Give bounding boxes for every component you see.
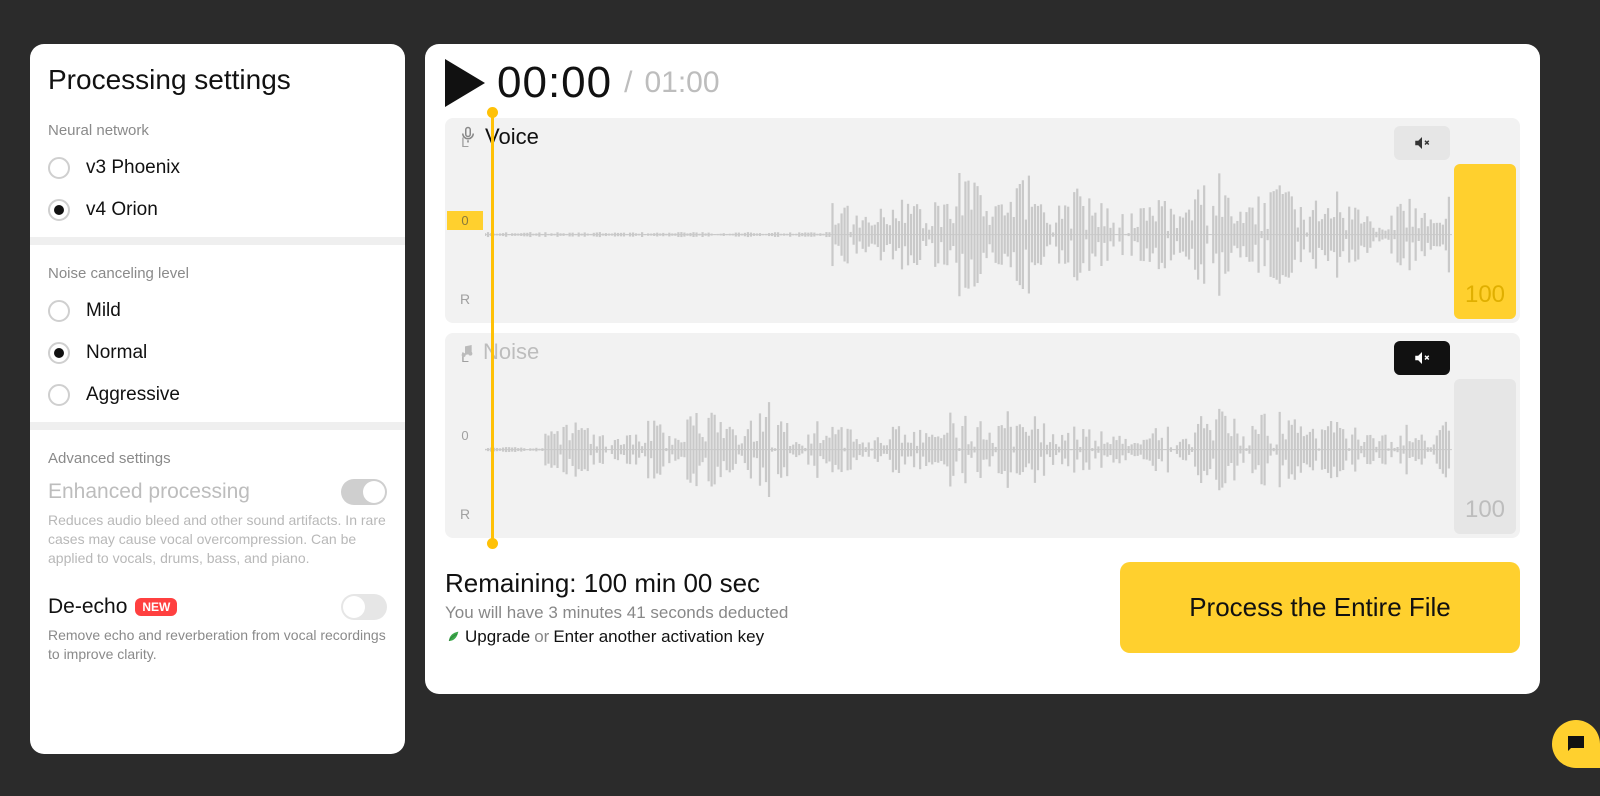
upgrade-link[interactable]: Upgrade — [465, 627, 530, 647]
radio-icon — [48, 157, 70, 179]
channel-right: R — [460, 506, 470, 522]
enhanced-processing-toggle[interactable] — [341, 479, 387, 505]
voice-volume-slider[interactable]: 100 — [1454, 164, 1516, 319]
noise-level-label: Noise canceling level — [30, 251, 405, 290]
channel-zero: 0 — [447, 426, 483, 445]
deecho-row: De-echo NEW Remove echo and reverberatio… — [30, 590, 405, 670]
mic-icon — [459, 124, 477, 150]
channel-zero: 0 — [447, 211, 483, 230]
neural-network-label: Neural network — [30, 108, 405, 147]
play-button[interactable] — [445, 59, 485, 107]
tracks-container: Voice L 0 R 100 Noise — [445, 118, 1520, 548]
radio-label: Aggressive — [86, 384, 180, 406]
enhanced-processing-title: Enhanced processing — [48, 480, 250, 504]
noise-track-title: Noise — [459, 339, 539, 365]
voice-track-title: Voice — [459, 124, 539, 150]
time-current: 00:00 — [497, 58, 612, 108]
radio-v3-phoenix[interactable]: v3 Phoenix — [30, 147, 405, 189]
noise-volume-slider[interactable]: 100 — [1454, 379, 1516, 534]
transport: 00:00 / 01:00 — [445, 58, 1520, 108]
deecho-toggle[interactable] — [341, 594, 387, 620]
noise-waveform — [485, 369, 1452, 530]
playhead[interactable] — [491, 112, 494, 544]
divider — [30, 422, 405, 430]
enhanced-processing-desc: Reduces audio bleed and other sound arti… — [48, 511, 387, 568]
new-badge: NEW — [135, 598, 177, 616]
radio-normal[interactable]: Normal — [30, 332, 405, 374]
deecho-title: De-echo NEW — [48, 595, 177, 619]
settings-title: Processing settings — [30, 64, 405, 108]
radio-aggressive[interactable]: Aggressive — [30, 374, 405, 416]
voice-mute-button[interactable] — [1394, 126, 1450, 160]
radio-label: v4 Orion — [86, 199, 158, 221]
divider — [30, 237, 405, 245]
radio-mild[interactable]: Mild — [30, 290, 405, 332]
enhanced-processing-row: Enhanced processing Reduces audio bleed … — [30, 475, 405, 574]
noise-track[interactable]: Noise L 0 R 100 — [445, 333, 1520, 538]
radio-v4-orion[interactable]: v4 Orion — [30, 189, 405, 231]
radio-label: Normal — [86, 342, 147, 364]
radio-icon — [48, 384, 70, 406]
deducted-info: You will have 3 minutes 41 seconds deduc… — [445, 603, 788, 623]
radio-icon — [48, 300, 70, 322]
radio-label: v3 Phoenix — [86, 157, 180, 179]
deecho-title-text: De-echo — [48, 595, 127, 619]
radio-label: Mild — [86, 300, 121, 322]
channel-right: R — [460, 291, 470, 307]
remaining-time: Remaining: 100 min 00 sec — [445, 568, 788, 599]
radio-icon — [48, 342, 70, 364]
advanced-settings-label: Advanced settings — [30, 436, 405, 475]
note-icon — [459, 339, 475, 365]
radio-icon — [48, 199, 70, 221]
voice-volume-value: 100 — [1465, 281, 1505, 319]
leaf-icon — [445, 627, 461, 648]
time-total: 01:00 — [644, 66, 719, 100]
voice-track[interactable]: Voice L 0 R 100 — [445, 118, 1520, 323]
voice-waveform — [485, 154, 1452, 315]
noise-volume-value: 100 — [1465, 496, 1505, 534]
player-panel: 00:00 / 01:00 Voice L 0 R 100 — [425, 44, 1540, 694]
footer-info: Remaining: 100 min 00 sec You will have … — [445, 568, 788, 648]
help-button[interactable] — [1552, 720, 1600, 768]
or-text: or — [534, 627, 549, 647]
deecho-desc: Remove echo and reverberation from vocal… — [48, 626, 387, 664]
player-footer: Remaining: 100 min 00 sec You will have … — [445, 562, 1520, 653]
time-separator: / — [624, 66, 632, 100]
upgrade-line: Upgrade or Enter another activation key — [445, 627, 788, 648]
process-file-button[interactable]: Process the Entire File — [1120, 562, 1520, 653]
noise-mute-button[interactable] — [1394, 341, 1450, 375]
settings-panel: Processing settings Neural network v3 Ph… — [30, 44, 405, 754]
enter-key-link[interactable]: Enter another activation key — [553, 627, 764, 647]
